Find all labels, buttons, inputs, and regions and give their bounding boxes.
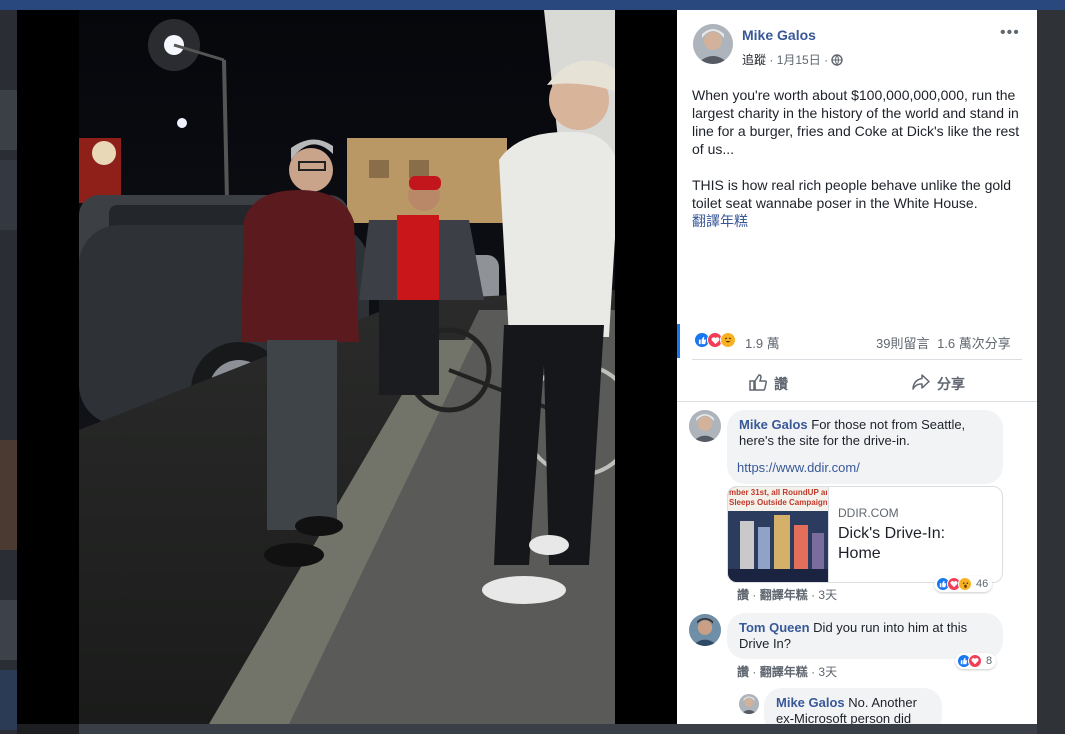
background-topbar — [0, 0, 1065, 10]
comment-author[interactable]: Tom Queen — [739, 620, 810, 635]
post-meta: 追蹤 · 1月15日 · — [742, 51, 844, 69]
comment-actions: 讚 · 翻譯年糕 · 3天 — [737, 663, 837, 680]
comment-reactions[interactable]: 8 — [955, 653, 997, 669]
like-icon — [748, 373, 774, 394]
reply-author[interactable]: Mike Galos — [776, 695, 845, 710]
link-preview-banner: mber 31st, all RoundUP and Ch Sleeps Out… — [729, 488, 827, 508]
banner-line-2: Sleeps Outside Campaign. Click — [729, 498, 827, 507]
comment-share-counts: 39則留言 1.6 萬次分享 — [876, 333, 1011, 352]
comment-avatar[interactable] — [689, 614, 721, 646]
meta-separator-2: · — [824, 53, 829, 67]
post-text-paragraph-1: When you're worth about $100,000,000,000… — [692, 87, 1020, 157]
author-avatar[interactable] — [693, 24, 733, 64]
link-domain: DDIR.COM — [838, 506, 899, 520]
stats-divider — [692, 359, 1022, 360]
actions-divider — [677, 401, 1037, 402]
panel-bottom-edge — [677, 724, 1037, 734]
follow-link[interactable]: 追蹤 — [742, 53, 766, 67]
reaction-summary[interactable] — [694, 332, 736, 348]
haha-reaction-icon — [720, 332, 736, 348]
comment-time[interactable]: 3天 — [818, 588, 837, 602]
action-separator: · — [752, 665, 760, 679]
reaction-count[interactable]: 1.9 萬 — [745, 333, 780, 352]
comment-actions: 讚 · 翻譯年糕 · 3天 — [737, 586, 837, 603]
link-title[interactable]: Dick's Drive-In: Home — [838, 524, 988, 564]
comment-time[interactable]: 3天 — [818, 665, 837, 679]
comment-count[interactable]: 39則留言 — [876, 336, 929, 351]
translate-link[interactable]: 翻譯年糕 — [692, 212, 1022, 230]
photo-illustration — [79, 10, 615, 724]
author-name[interactable]: Mike Galos — [742, 27, 816, 43]
reaction-count: 46 — [976, 578, 989, 590]
stats-accent — [677, 324, 680, 358]
share-button[interactable]: 分享 — [911, 373, 965, 394]
reply-avatar[interactable] — [739, 694, 759, 714]
background-left-strip — [0, 10, 17, 734]
share-count[interactable]: 1.6 萬次分享 — [937, 336, 1011, 351]
author-block: Mike Galos — [742, 27, 816, 45]
post-date[interactable]: 1月15日 — [777, 53, 821, 67]
card-divider — [828, 487, 829, 582]
share-icon — [911, 373, 937, 394]
banner-line-1: mber 31st, all RoundUP and Ch — [729, 488, 827, 497]
comment-like-link[interactable]: 讚 — [737, 665, 749, 679]
comment-author[interactable]: Mike Galos — [739, 417, 808, 432]
action-separator: · — [752, 588, 760, 602]
wow-reaction-icon — [958, 577, 972, 591]
background-right-strip — [1037, 10, 1065, 734]
meta-separator: · — [769, 53, 774, 67]
comment-link[interactable]: https://www.ddir.com/ — [737, 460, 860, 475]
love-reaction-icon — [968, 654, 982, 668]
comment-avatar[interactable] — [689, 410, 721, 442]
comment-like-link[interactable]: 讚 — [737, 588, 749, 602]
comment-translate-link[interactable]: 翻譯年糕 — [760, 665, 808, 679]
post-text-paragraph-2: THIS is how real rich people behave unli… — [692, 177, 1012, 211]
like-label: 讚 — [774, 375, 788, 392]
comment-reactions[interactable]: 46 — [934, 576, 993, 592]
post-text: When you're worth about $100,000,000,000… — [692, 86, 1022, 230]
like-button[interactable]: 讚 — [748, 373, 788, 394]
share-label: 分享 — [937, 375, 965, 392]
reaction-count: 8 — [986, 655, 993, 667]
comment-translate-link[interactable]: 翻譯年糕 — [760, 588, 808, 602]
globe-icon — [831, 54, 844, 69]
more-icon[interactable]: ••• — [1000, 24, 1020, 42]
post-photo[interactable] — [79, 10, 615, 724]
